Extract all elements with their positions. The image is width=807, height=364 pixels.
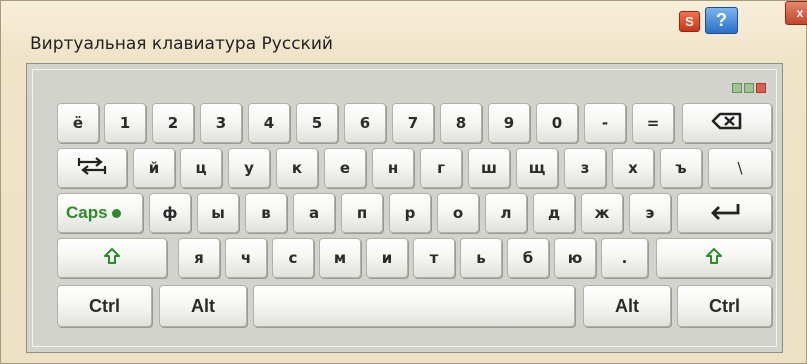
key-g[interactable]: г xyxy=(420,148,462,188)
key-b[interactable]: б xyxy=(507,238,549,278)
key-period[interactable]: . xyxy=(601,238,648,278)
key-equals[interactable]: = xyxy=(632,103,674,143)
key-enter[interactable] xyxy=(677,193,772,233)
key-ts[interactable]: ц xyxy=(180,148,222,188)
status-leds xyxy=(732,83,766,93)
key-caps-lock[interactable]: Caps xyxy=(57,193,143,233)
key-s[interactable]: с xyxy=(272,238,314,278)
key-m[interactable]: м xyxy=(319,238,361,278)
key-8[interactable]: 8 xyxy=(440,103,482,143)
key-r[interactable]: р xyxy=(389,193,431,233)
close-button[interactable]: x xyxy=(785,1,807,25)
key-4[interactable]: 4 xyxy=(248,103,290,143)
key-soft-sign[interactable]: ь xyxy=(460,238,502,278)
key-ya[interactable]: я xyxy=(178,238,220,278)
key-0[interactable]: 0 xyxy=(536,103,578,143)
key-alt-left[interactable]: Alt xyxy=(159,285,247,327)
shift-arrow-icon xyxy=(705,246,723,270)
key-ye[interactable]: е xyxy=(324,148,366,188)
help-button[interactable]: ? xyxy=(705,7,738,34)
key-kh[interactable]: х xyxy=(612,148,654,188)
key-e[interactable]: э xyxy=(629,193,671,233)
key-1[interactable]: 1 xyxy=(104,103,146,143)
key-y-short[interactable]: й xyxy=(133,148,175,188)
key-6[interactable]: 6 xyxy=(344,103,386,143)
backspace-icon xyxy=(711,112,743,134)
key-9[interactable]: 9 xyxy=(488,103,530,143)
key-shch[interactable]: щ xyxy=(516,148,558,188)
shift-arrow-icon xyxy=(103,246,121,270)
caps-label: Caps xyxy=(66,203,108,222)
key-zh[interactable]: ж xyxy=(581,193,623,233)
key-backspace[interactable] xyxy=(682,103,772,143)
s-icon[interactable]: S xyxy=(679,11,700,32)
key-yo[interactable]: ё xyxy=(57,103,99,143)
key-d[interactable]: д xyxy=(533,193,575,233)
key-a[interactable]: а xyxy=(293,193,335,233)
enter-icon xyxy=(708,202,742,224)
key-yu[interactable]: ю xyxy=(554,238,596,278)
tab-icon xyxy=(77,156,107,180)
key-l[interactable]: л xyxy=(485,193,527,233)
key-backslash[interactable]: \ xyxy=(708,148,772,188)
key-tab[interactable] xyxy=(57,148,127,188)
key-5[interactable]: 5 xyxy=(296,103,338,143)
key-v[interactable]: в xyxy=(245,193,287,233)
key-shift-right[interactable] xyxy=(656,238,772,278)
key-t[interactable]: т xyxy=(413,238,455,278)
key-shift-left[interactable] xyxy=(57,238,167,278)
caps-indicator-icon xyxy=(111,208,121,218)
key-i[interactable]: и xyxy=(366,238,408,278)
key-alt-right[interactable]: Alt xyxy=(583,285,671,327)
key-2[interactable]: 2 xyxy=(152,103,194,143)
key-z[interactable]: з xyxy=(564,148,606,188)
key-yery[interactable]: ы xyxy=(197,193,239,233)
key-n[interactable]: н xyxy=(372,148,414,188)
key-o[interactable]: о xyxy=(437,193,479,233)
key-7[interactable]: 7 xyxy=(392,103,434,143)
key-ctrl-right[interactable]: Ctrl xyxy=(677,285,772,327)
led-indicator xyxy=(744,83,754,93)
key-hard-sign[interactable]: ъ xyxy=(660,148,702,188)
key-ctrl-left[interactable]: Ctrl xyxy=(57,285,152,327)
led-indicator xyxy=(756,83,766,93)
key-space[interactable] xyxy=(253,285,575,327)
window-title: Виртуальная клавиатура Русский xyxy=(30,34,333,54)
led-indicator xyxy=(732,83,742,93)
title-bar[interactable]: Виртуальная клавиатура Русский S ? x xyxy=(1,1,807,59)
key-p[interactable]: п xyxy=(341,193,383,233)
key-minus[interactable]: - xyxy=(584,103,626,143)
key-ch[interactable]: ч xyxy=(225,238,267,278)
key-f[interactable]: ф xyxy=(149,193,191,233)
key-k[interactable]: к xyxy=(276,148,318,188)
key-sh[interactable]: ш xyxy=(468,148,510,188)
key-3[interactable]: 3 xyxy=(200,103,242,143)
key-u[interactable]: у xyxy=(228,148,270,188)
